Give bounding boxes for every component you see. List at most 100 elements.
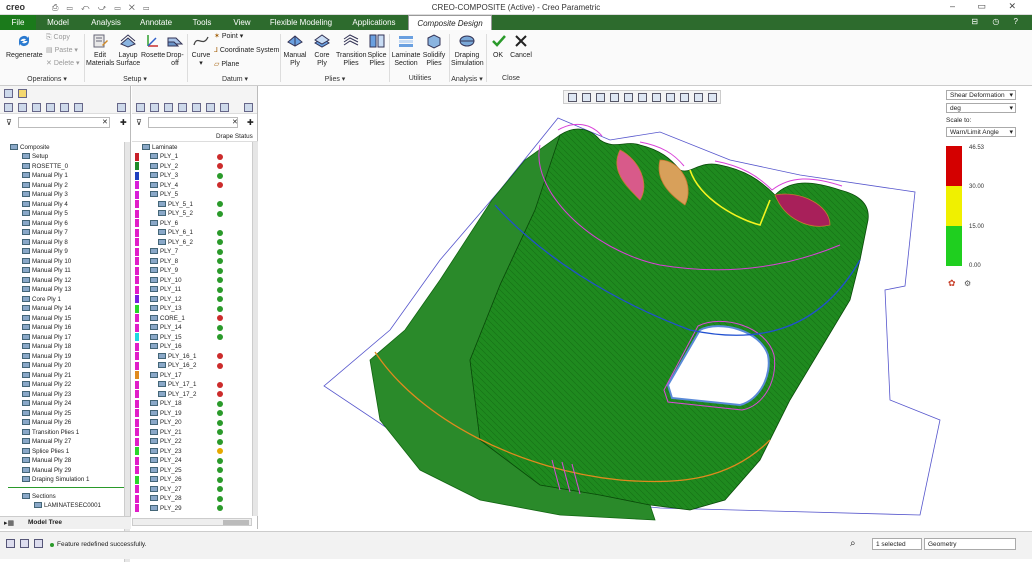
tree-item[interactable]: Core Ply 1	[22, 295, 61, 304]
ply-row[interactable]: PLY_18	[150, 399, 182, 408]
tree-item[interactable]: Manual Ply 28	[22, 456, 71, 465]
tree-item[interactable]: Draping Simulation 1	[22, 475, 89, 484]
edit-materials-button[interactable]: Edit Materials	[86, 32, 114, 68]
dropoff-button[interactable]: Drop-off	[165, 32, 185, 68]
ply-row[interactable]: PLY_25	[150, 466, 182, 475]
named-views-icon[interactable]	[652, 93, 661, 102]
tree-item[interactable]: Manual Ply 18	[22, 342, 71, 351]
tab-composite-design[interactable]: Composite Design	[408, 15, 492, 30]
tree-columns-icon[interactable]	[32, 103, 41, 112]
tab-flexible-modeling[interactable]: Flexible Modeling	[266, 15, 336, 30]
color-palette-icon[interactable]: ✿	[948, 278, 956, 289]
ply-row[interactable]: PLY_21	[150, 428, 182, 437]
regenerate-button[interactable]: Regenerate	[6, 32, 43, 60]
ply-row[interactable]: PLY_10	[150, 276, 182, 285]
binoculars-icon[interactable]: ⌕	[850, 538, 856, 549]
scroll-thumb[interactable]	[223, 520, 249, 525]
expand-icon[interactable]	[46, 103, 55, 112]
ply-row[interactable]: PLY_17_2	[158, 390, 196, 399]
display-style-icon[interactable]	[638, 93, 647, 102]
filter-icon[interactable]: ⊽	[6, 118, 12, 127]
datum-display-icon[interactable]	[666, 93, 675, 102]
composite-model-view[interactable]	[259, 86, 941, 529]
tree-item[interactable]: Manual Ply 22	[22, 380, 71, 389]
ply-row[interactable]: PLY_1	[150, 152, 178, 161]
move-down-icon[interactable]	[178, 103, 187, 112]
settings-icon[interactable]	[206, 103, 215, 112]
point-button[interactable]: ✶ Point ▾	[214, 33, 243, 41]
tree-item[interactable]: Manual Ply 24	[22, 399, 71, 408]
paste-button[interactable]: ▤ Paste ▾	[46, 47, 78, 55]
ply-row[interactable]: PLY_8	[150, 257, 178, 266]
tree-item[interactable]: Manual Ply 12	[22, 276, 71, 285]
sections-node[interactable]: Sections	[22, 492, 56, 501]
curve-button[interactable]: Curve ▾	[190, 32, 212, 68]
folder-icon[interactable]	[18, 89, 27, 98]
unit-select[interactable]: deg	[946, 103, 1016, 113]
ply-row[interactable]: PLY_20	[150, 418, 182, 427]
ply-row[interactable]: PLY_3	[150, 171, 178, 180]
ok-button[interactable]: OK	[490, 32, 506, 60]
ply-row[interactable]: PLY_17_1	[158, 380, 196, 389]
ply-row[interactable]: PLY_6_1	[158, 228, 193, 237]
window-controls[interactable]: – ▭ ✕	[950, 1, 1026, 12]
ply-row[interactable]: PLY_7	[150, 247, 178, 256]
coordinate-system-button[interactable]: ⅃ Coordinate System	[214, 47, 279, 55]
laminate-scrollbar[interactable]	[252, 142, 258, 516]
tree-item[interactable]: ROSETTE_0	[22, 162, 68, 171]
ply-row[interactable]: PLY_16_2	[158, 361, 196, 370]
tree-item[interactable]: Manual Ply 5	[22, 209, 68, 218]
ply-row[interactable]: PLY_16	[150, 342, 182, 351]
table-icon[interactable]	[60, 103, 69, 112]
view-manager-icon[interactable]	[708, 93, 717, 102]
tab-model[interactable]: Model	[40, 15, 76, 30]
solidify-plies-button[interactable]: Solidify Plies	[421, 32, 447, 68]
drape-status-header[interactable]: Drape Status	[216, 133, 253, 140]
ply-row[interactable]: PLY_13	[150, 304, 182, 313]
layup-surface-button[interactable]: Layup Surface	[116, 32, 140, 68]
core-ply-button[interactable]: Core Ply	[309, 32, 335, 68]
tab-bar-icons[interactable]: ⊟ ◷ ?	[971, 17, 1024, 26]
tree-item[interactable]: Manual Ply 4	[22, 200, 68, 209]
tree-item[interactable]: Manual Ply 7	[22, 228, 68, 237]
sort-icon[interactable]	[150, 103, 159, 112]
ply-row[interactable]: PLY_27	[150, 485, 182, 494]
add-filter-icon[interactable]: ✚	[247, 118, 254, 127]
manual-ply-button[interactable]: Manual Ply	[283, 32, 307, 68]
tree-item[interactable]: Setup	[22, 152, 48, 161]
tree-item[interactable]: Manual Ply 27	[22, 437, 71, 446]
tree-settings-icon[interactable]	[4, 89, 13, 98]
cancel-button[interactable]: Cancel	[509, 32, 533, 60]
tree-item[interactable]: Manual Ply 8	[22, 238, 68, 247]
tree-item[interactable]: Manual Ply 2	[22, 181, 68, 190]
splice-plies-button[interactable]: Splice Plies	[367, 32, 387, 68]
ply-row[interactable]: PLY_28	[150, 494, 182, 503]
ply-row[interactable]: PLY_11	[150, 285, 181, 294]
ply-row[interactable]: PLY_5	[150, 190, 178, 199]
tree-item[interactable]: Manual Ply 13	[22, 285, 71, 294]
saved-views-icon[interactable]	[624, 93, 633, 102]
layer-icon[interactable]	[4, 103, 13, 112]
model-tree-bar[interactable]: ▸▦ Model Tree	[0, 516, 131, 529]
tree-scrollbar[interactable]	[124, 142, 130, 562]
selection-filter-select[interactable]: Geometry	[924, 538, 1016, 550]
model-tree-toggle-icon[interactable]	[6, 539, 15, 548]
tab-view[interactable]: View	[226, 15, 258, 30]
ply-row[interactable]: PLY_24	[150, 456, 182, 465]
copy-button[interactable]: ⎘ Copy	[46, 34, 70, 42]
ply-row[interactable]: PLY_22	[150, 437, 182, 446]
tree-search-input[interactable]	[18, 117, 110, 128]
ply-row[interactable]: PLY_23	[150, 447, 182, 456]
horizontal-scrollbar[interactable]	[132, 518, 252, 526]
tree-item[interactable]: Transition Plies 1	[22, 428, 79, 437]
plane-button[interactable]: ▱ Plane	[214, 61, 239, 69]
tree-item[interactable]: Manual Ply 23	[22, 390, 71, 399]
ply-row[interactable]: PLY_14	[150, 323, 182, 332]
tree-item[interactable]: Manual Ply 17	[22, 333, 71, 342]
rosette-button[interactable]: Rosette	[141, 32, 165, 60]
group-analysis[interactable]: Analysis ▾	[444, 75, 490, 83]
tree-item[interactable]: Manual Ply 9	[22, 247, 68, 256]
transition-plies-button[interactable]: Transition Plies	[336, 32, 366, 68]
tab-file[interactable]: File	[0, 15, 36, 30]
ply-row[interactable]: PLY_17	[150, 371, 182, 380]
